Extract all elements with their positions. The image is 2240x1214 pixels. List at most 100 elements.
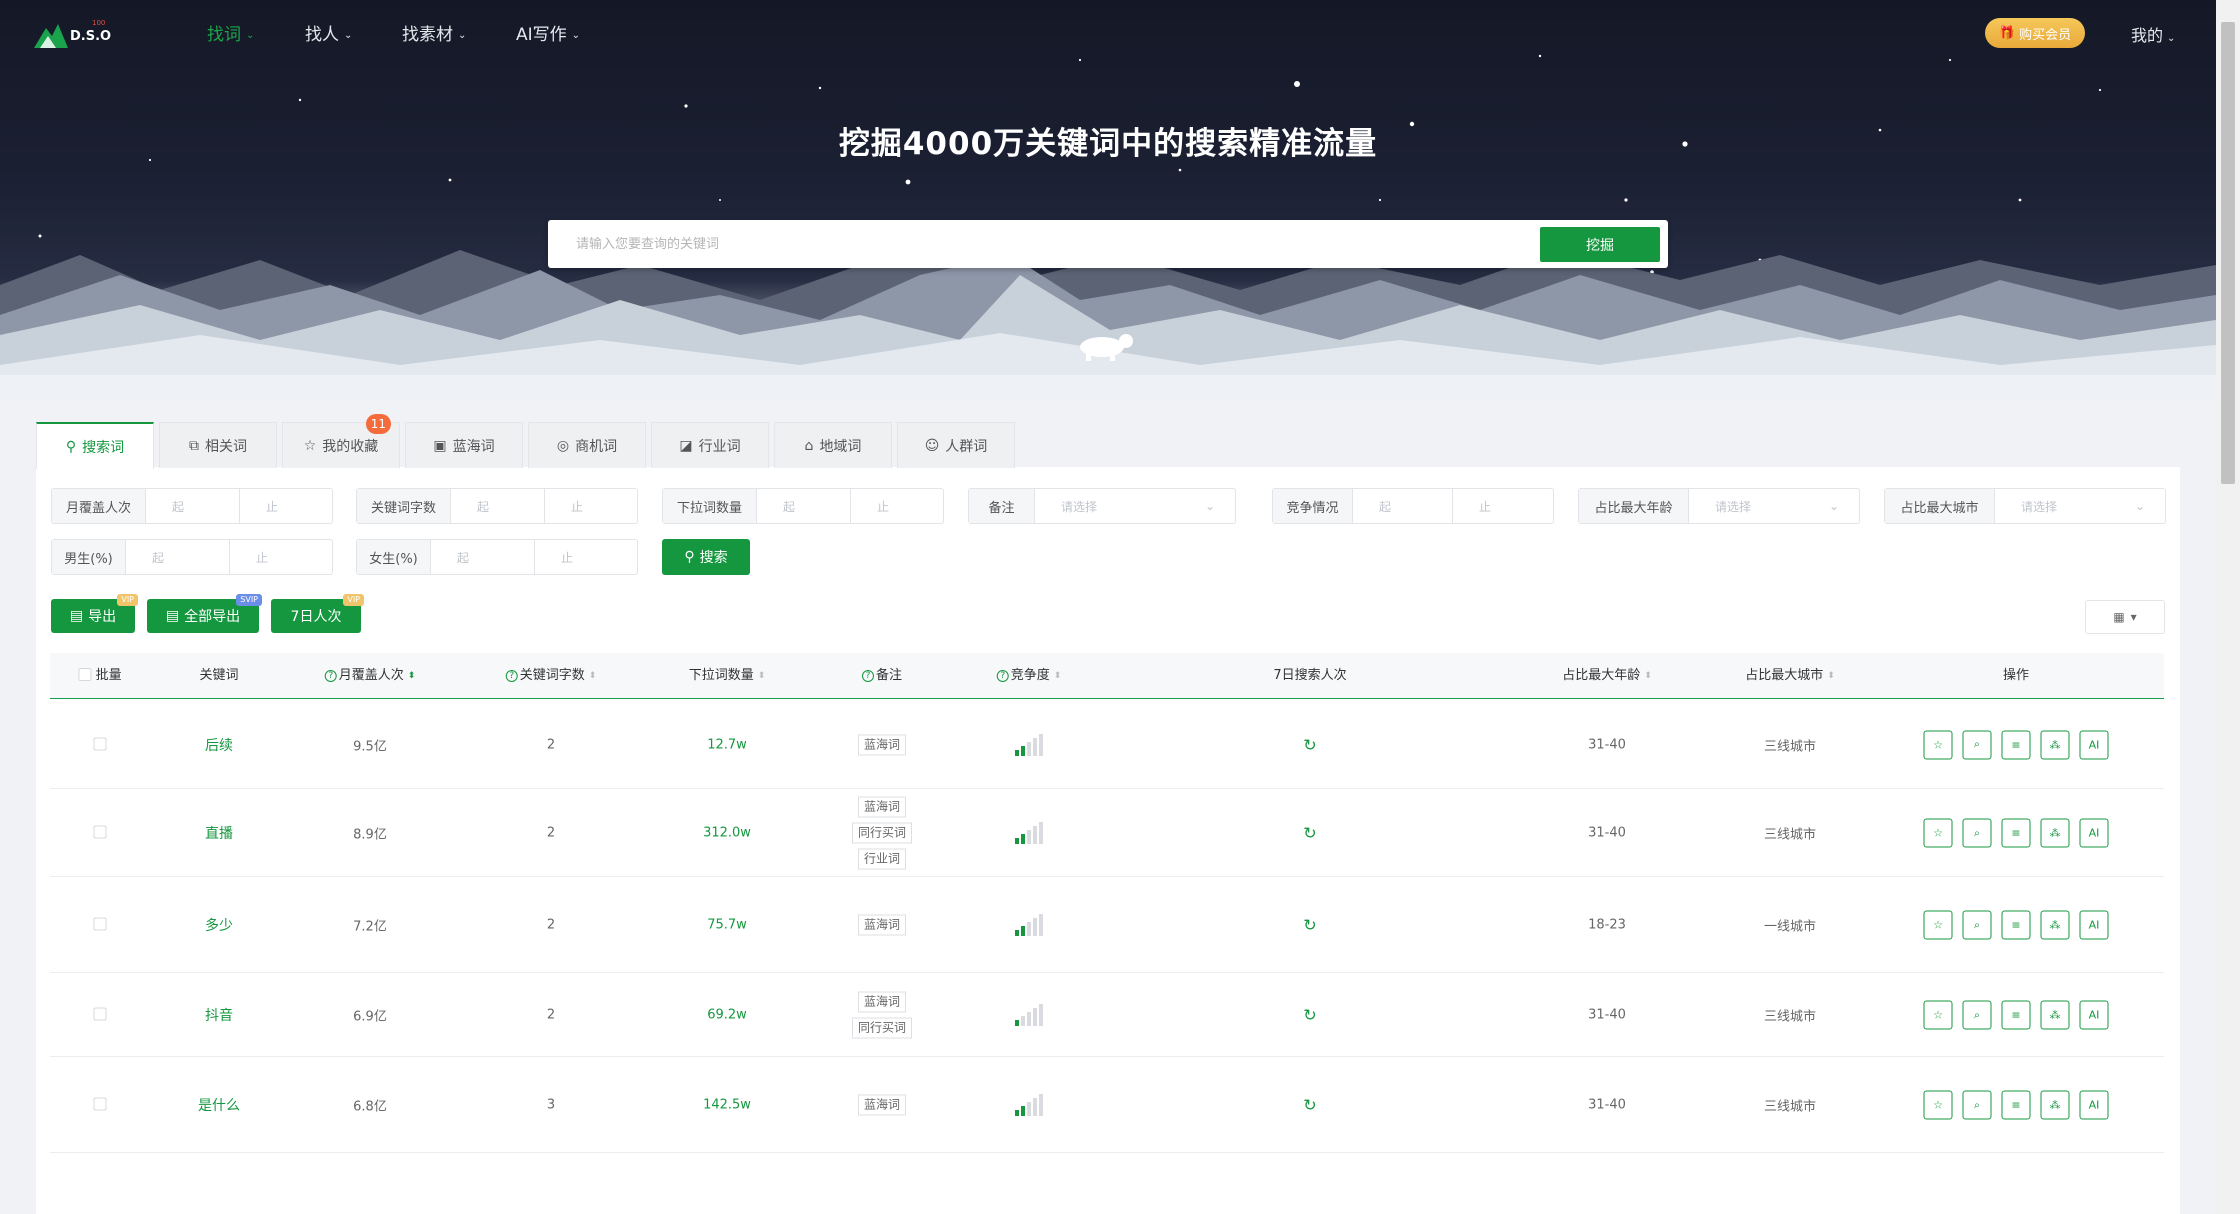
keyword-link[interactable]: 直播 [205, 823, 233, 843]
tab-business-words[interactable]: ◎ 商机词 [528, 422, 646, 468]
detail-list-button[interactable]: ≡ [2001, 1090, 2031, 1120]
th-keyword-chars[interactable]: ? 关键词字数 ⬍ [505, 653, 596, 699]
nav-find-words[interactable]: 找词 ⌄ [207, 20, 254, 45]
row-select-checkbox[interactable] [93, 1007, 107, 1021]
dropdown-count-value: 142.5w [703, 1097, 751, 1113]
monthly-to-input[interactable]: 止 [240, 489, 332, 523]
tab-search-words[interactable]: ⚲ 搜索词 [36, 422, 154, 469]
keyword-search-input[interactable] [576, 220, 1576, 268]
related-search-button[interactable]: ⌕ [1962, 1090, 1992, 1120]
detail-list-button[interactable]: ≡ [2001, 730, 2031, 759]
dig-button[interactable]: 挖掘 [1540, 227, 1660, 262]
sort-icon: ⬍ [1827, 671, 1835, 681]
tab-my-favorites[interactable]: ☆ 我的收藏 11 [282, 414, 400, 468]
favorite-star-button[interactable]: ☆ [1923, 730, 1953, 759]
tab-industry-words[interactable]: ◪ 行业词 [651, 422, 769, 468]
dropdown-count-value: 75.7w [707, 917, 747, 933]
th-max-age[interactable]: 占比最大年龄 ⬍ [1562, 653, 1652, 699]
row-select-checkbox[interactable] [93, 737, 107, 750]
favorite-star-button[interactable]: ☆ [1923, 818, 1953, 848]
export-all-button[interactable]: ▤ 全部导出 SVIP [147, 594, 262, 633]
nav-find-people[interactable]: 找人 ⌄ [305, 20, 352, 45]
buy-vip-button[interactable]: 🎁 购买会员 [1985, 18, 2085, 48]
favorite-star-button[interactable]: ☆ [1923, 1090, 1953, 1120]
detail-list-button[interactable]: ≡ [2001, 818, 2031, 848]
row-select-checkbox[interactable] [93, 917, 107, 931]
refresh-icon[interactable]: ↻ [1303, 1096, 1316, 1115]
th-monthly-reach[interactable]: ? 月覆盖人次 ⬍ [324, 653, 415, 699]
ai-write-button[interactable]: AI [2079, 730, 2109, 759]
scrollbar-thumb[interactable] [2221, 22, 2235, 484]
help-icon: ? [861, 670, 874, 682]
related-search-button[interactable]: ⌕ [1962, 818, 1992, 848]
row-select-checkbox[interactable] [93, 825, 107, 839]
ai-write-button[interactable]: AI [2079, 818, 2109, 848]
th-max-city[interactable]: 占比最大城市 ⬍ [1745, 653, 1835, 699]
nav-find-materials[interactable]: 找素材 ⌄ [402, 20, 466, 45]
remark-tag: 蓝海词 [857, 1094, 907, 1116]
refresh-icon[interactable]: ↻ [1303, 916, 1316, 935]
remark-tags: 蓝海词 [857, 1090, 907, 1121]
keyword-link[interactable]: 是什么 [198, 1095, 240, 1115]
crowd-analysis-button[interactable]: ⁂ [2040, 1000, 2070, 1030]
detail-list-button[interactable]: ≡ [2001, 910, 2031, 940]
hero-banner: D.S.O 100 找词 ⌄ 找人 ⌄ 找素材 ⌄ AI写作 ⌄ 🎁 购买会员 我的 ⌄ 挖… [0, 0, 2216, 400]
refresh-icon[interactable]: ↻ [1303, 824, 1316, 843]
tab-crowd-words[interactable]: ☺ 人群词 [897, 422, 1015, 468]
tab-region-words[interactable]: ⌂ 地域词 [774, 422, 892, 468]
detail-list-button[interactable]: ≡ [2001, 1000, 2031, 1030]
chars-from-input[interactable]: 起 [451, 489, 545, 523]
monthly-from-input[interactable]: 起 [146, 489, 240, 523]
filter-search-button[interactable]: ⚲ 搜索 [662, 539, 750, 575]
keyword-link[interactable]: 抖音 [205, 1005, 233, 1025]
seven-day-views-button[interactable]: 7日人次 VIP [271, 594, 364, 633]
row-checkbox[interactable] [93, 825, 107, 841]
max-age-select[interactable]: 请选择 ⌄ [1689, 489, 1859, 523]
male-from-input[interactable]: 起 [126, 540, 230, 574]
th-competition[interactable]: ? 竞争度 ⬍ [996, 653, 1061, 699]
brand-logo[interactable]: D.S.O 100 [34, 16, 114, 52]
dropdown-from-input[interactable]: 起 [757, 489, 851, 523]
tab-blue-ocean-words[interactable]: ▣ 蓝海词 [405, 422, 523, 468]
female-from-input[interactable]: 起 [431, 540, 535, 574]
keyword-link[interactable]: 后续 [205, 735, 233, 755]
ai-write-button[interactable]: AI [2079, 1090, 2109, 1120]
row-checkbox[interactable] [93, 1097, 107, 1113]
column-view-toggle[interactable]: ▦ ▾ [2085, 600, 2165, 634]
tab-related-words[interactable]: ⧉ 相关词 [159, 422, 277, 468]
row-checkbox[interactable] [93, 917, 107, 933]
crowd-analysis-button[interactable]: ⁂ [2040, 818, 2070, 848]
nav-ai-writing[interactable]: AI写作 ⌄ [516, 20, 580, 45]
th-dropdown-count[interactable]: 下拉词数量 ⬍ [689, 653, 766, 699]
related-search-button[interactable]: ⌕ [1962, 910, 1992, 940]
favorite-star-button[interactable]: ☆ [1923, 1000, 1953, 1030]
related-search-button[interactable]: ⌕ [1962, 730, 1992, 759]
export-button[interactable]: ▤ 导出 VIP [51, 594, 138, 633]
male-to-input[interactable]: 止 [230, 540, 332, 574]
select-all-checkbox[interactable] [78, 668, 92, 681]
related-search-button[interactable]: ⌕ [1962, 1000, 1992, 1030]
ai-write-button[interactable]: AI [2079, 910, 2109, 940]
competition-to-input[interactable]: 止 [1453, 489, 1553, 523]
page-scrollbar[interactable] [2216, 0, 2240, 1214]
remark-select[interactable]: 请选择 ⌄ [1035, 489, 1235, 523]
row-checkbox[interactable] [93, 1007, 107, 1023]
ai-write-button[interactable]: AI [2079, 1000, 2109, 1030]
favorite-star-button[interactable]: ☆ [1923, 910, 1953, 940]
row-select-checkbox[interactable] [93, 1097, 107, 1111]
crowd-analysis-button[interactable]: ⁂ [2040, 1090, 2070, 1120]
crowd-analysis-button[interactable]: ⁂ [2040, 730, 2070, 759]
female-to-input[interactable]: 止 [535, 540, 637, 574]
crowd-analysis-button[interactable]: ⁂ [2040, 910, 2070, 940]
max-city-select[interactable]: 请选择 ⌄ [1995, 489, 2165, 523]
row-checkbox[interactable] [93, 737, 107, 752]
chars-to-input[interactable]: 止 [545, 489, 637, 523]
th-keyword: 关键词 [199, 668, 239, 683]
keyword-link[interactable]: 多少 [205, 915, 233, 935]
polar-bear-icon [1080, 334, 1133, 361]
refresh-icon[interactable]: ↻ [1303, 735, 1316, 754]
refresh-icon[interactable]: ↻ [1303, 1006, 1316, 1025]
competition-from-input[interactable]: 起 [1353, 489, 1453, 523]
my-account-menu[interactable]: 我的 ⌄ [2131, 22, 2175, 46]
dropdown-to-input[interactable]: 止 [851, 489, 943, 523]
